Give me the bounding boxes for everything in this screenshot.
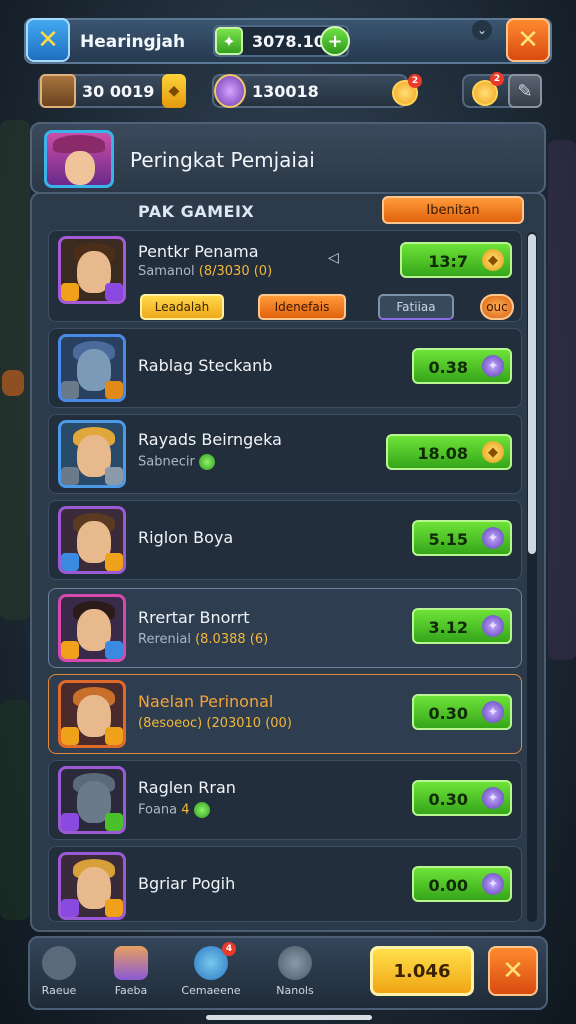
coin-total-button[interactable]: 1.046 [370,946,474,996]
row-name-5: Rrertar Bnorrt [138,608,250,627]
row-avatar-8 [58,852,126,920]
row-sub-prefix-5: Rerenial [138,632,191,647]
nav-label-1: Raeue [41,984,77,997]
row-avatar-4 [58,506,126,574]
gem-icon: ✦ [482,873,504,895]
gem-icon: ✦ [482,701,504,723]
row-name-4: Riglon Boya [138,528,234,547]
row-name-3: Rayads Beirngeka [138,430,282,449]
nav-label-3: Cemaeene [181,984,241,997]
smile-icon [193,802,210,818]
background-lantern [2,370,24,396]
chevron-left-icon[interactable]: ◁ [328,250,339,266]
currency-value: 3078.10 [252,32,325,51]
row-sub-7: Foana 4 [138,802,210,818]
smile-icon [198,454,215,470]
bottom-close-button[interactable]: ✕ [488,946,538,996]
row-score-7[interactable]: 0.30 ✦ [412,780,512,816]
row-score-3[interactable]: 18.08 ◆ [386,434,512,470]
row-name-8: Bgriar Pogih [138,874,236,893]
shield-value: 130018 [252,82,319,101]
row-avatar-7 [58,766,126,834]
row-sub-5: Rerenial (8.0388 (6) [138,632,268,647]
background-tree-right [548,140,576,660]
gem-icon: ✦ [482,615,504,637]
tab-filter[interactable]: Fatiiaa [378,294,454,320]
row-sub-prefix-3: Sabnecir [138,454,195,470]
gold-value: 30 0019 [82,82,155,101]
tab-friends[interactable]: Idenefais [258,294,346,320]
row-sub-1: Samanol (8/3030 (0) [138,264,272,279]
row-sub-prefix-7: Foana [138,802,178,818]
row-score-4[interactable]: 5.15 ✦ [412,520,512,556]
row-sub-3: Sabnecir [138,454,215,470]
tab-leaderboard[interactable]: Leadalah [140,294,224,320]
settings-notification-dot: 2 [490,72,504,86]
nav-item-2[interactable]: Faeba [96,944,166,1002]
nav-item-3[interactable]: Cemaeene [176,944,246,1002]
tool-icon [42,946,76,980]
scrollbar-thumb[interactable] [528,234,536,554]
row-score-2[interactable]: 0.38 ✦ [412,348,512,384]
identify-button[interactable]: Ibenitan [382,196,524,224]
row-name-1: Pentkr Penama [138,242,259,261]
gem-icon: ✦ [482,787,504,809]
shield-icon [214,74,246,108]
row-name-7: Raglen Rran [138,778,236,797]
nav-item-1[interactable]: Raeue [24,944,94,1002]
row-avatar-2 [58,334,126,402]
wrench-icon[interactable]: ✎ [508,74,542,108]
treasure-chest-icon [40,74,76,108]
page-title: Peringkat Pemjaiai [130,148,315,172]
board-heading: PAK GAMEIX [138,202,255,221]
nav-item-4[interactable]: Nanols [260,944,330,1002]
close-left-button[interactable]: ✕ [26,18,70,62]
row-name-2: Rablag Steckanb [138,356,273,375]
gold-coin-icon[interactable]: ◆ [162,74,186,108]
nav-label-4: Nanols [276,984,314,997]
notification-dot: 2 [408,74,422,88]
chevron-down-icon[interactable]: ⌄ [472,20,492,40]
row-name-6: Naelan Perinonal [138,692,274,711]
row-avatar-6 [58,680,126,748]
add-currency-button[interactable]: + [320,26,350,56]
profile-card-icon [114,946,148,980]
close-button[interactable]: ✕ [506,18,550,62]
gem-icon: ✦ [482,527,504,549]
nav-label-2: Faeba [114,984,148,997]
row-sub-gold-1: (8/3030 (0) [198,264,273,279]
player-name: Hearingjah [80,32,186,52]
coin-icon: ◆ [482,249,504,271]
row-score-6[interactable]: 0.30 ✦ [412,694,512,730]
row-score-5[interactable]: 3.12 ✦ [412,608,512,644]
tab-more[interactable]: ouc [480,294,514,320]
row-sub-gold-5: (8.0388 (6) [195,632,269,647]
background-foliage [0,700,30,920]
coin-icon: ◆ [482,441,504,463]
row-sub-gold-7: 4 [181,802,190,818]
row-avatar-3 [58,420,126,488]
player-avatar[interactable] [44,130,114,188]
row-avatar-1 [58,236,126,304]
gem-icon: ✦ [482,355,504,377]
row-sub-prefix-1: Samanol [138,264,195,279]
green-gem-icon: ✦ [215,27,243,55]
row-score-8[interactable]: 0.00 ✦ [412,866,512,902]
avatar-face [65,151,95,185]
nav-badge: 4 [222,942,236,956]
row-avatar-5 [58,594,126,662]
row-score-1[interactable]: 13:7 ◆ [400,242,512,278]
helmet-icon [278,946,312,980]
row-sub-6: (8esoeoc) (203010 (00) [138,716,292,731]
home-indicator[interactable] [206,1015,372,1020]
